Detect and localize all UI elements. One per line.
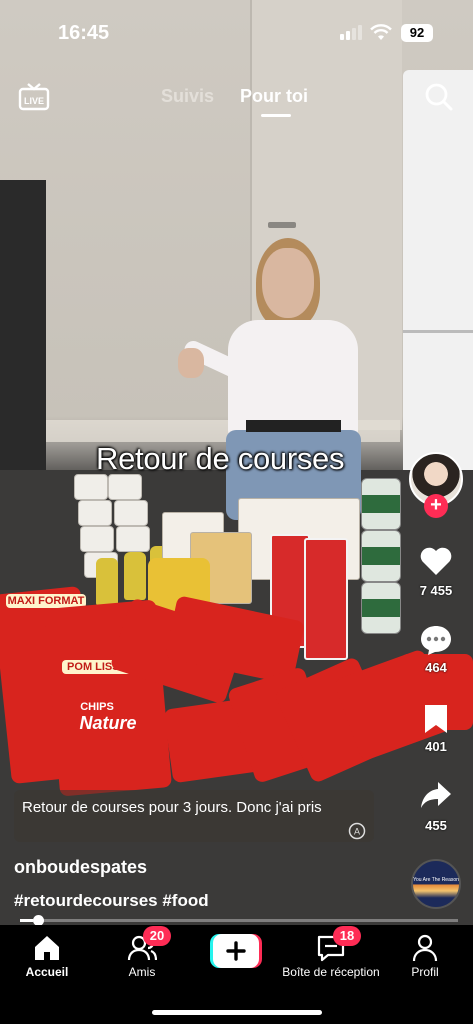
oil-bottle [124, 552, 146, 600]
nav-inbox[interactable]: Boîte de réception [280, 934, 382, 979]
egg-carton [74, 474, 108, 500]
comment-count: 464 [425, 660, 447, 675]
scene-fridge-split [403, 330, 473, 333]
person-belt [246, 420, 341, 432]
wifi-icon [370, 24, 392, 40]
egg-carton [108, 474, 142, 500]
svg-text:A: A [354, 827, 360, 837]
scene-door-handle [268, 222, 296, 228]
red-product-box [304, 538, 348, 660]
like-count: 7 455 [419, 583, 453, 598]
follow-plus-icon[interactable]: + [424, 494, 448, 518]
status-time: 16:45 [58, 22, 110, 44]
share-count: 455 [425, 818, 447, 833]
home-icon [35, 936, 59, 960]
canned-food [361, 478, 401, 530]
egg-carton [80, 526, 114, 552]
egg-carton [78, 500, 112, 526]
share-icon[interactable] [419, 780, 453, 810]
nav-profile[interactable]: Profil [375, 934, 473, 979]
live-icon[interactable]: LIVE [18, 82, 50, 112]
active-tab-indicator [261, 114, 291, 117]
oil-bottle [96, 558, 118, 606]
save-count: 401 [425, 739, 447, 754]
video-overlay-text: Retour de courses [96, 441, 345, 476]
nav-inbox-label: Boîte de réception [282, 965, 380, 979]
video-progress-bar[interactable] [20, 915, 458, 926]
heart-icon[interactable] [419, 546, 453, 576]
inbox-badge: 18 [333, 926, 361, 946]
music-cover-text: You Are The Reason [413, 877, 459, 883]
live-label: LIVE [24, 96, 44, 106]
egg-carton [116, 526, 150, 552]
egg-carton [114, 500, 148, 526]
search-icon[interactable] [424, 82, 454, 112]
chips-type-label: Nature [79, 713, 137, 733]
music-disc-icon[interactable]: You Are The Reason [411, 859, 461, 909]
create-button[interactable] [210, 934, 262, 968]
nav-home-label: Accueil [25, 965, 69, 979]
canned-food [361, 582, 401, 634]
tab-pour-toi[interactable]: Pour toi [240, 86, 308, 107]
video-caption[interactable]: Retour de courses pour 3 jours. Donc j'a… [22, 797, 352, 818]
canned-food [361, 530, 401, 582]
tab-suivis[interactable]: Suivis [161, 86, 214, 107]
friends-badge: 20 [143, 926, 171, 946]
home-indicator[interactable] [152, 1010, 322, 1015]
creator-username[interactable]: onboudespates [14, 857, 147, 878]
hashtags[interactable]: #retourdecourses #food [14, 891, 209, 911]
nav-friends-label: Amis [128, 965, 156, 979]
battery-indicator: 92 [401, 24, 433, 42]
person-head [262, 248, 314, 318]
nav-home[interactable]: Accueil [0, 934, 97, 979]
nav-friends[interactable]: Amis [92, 934, 192, 979]
translate-icon[interactable]: A [348, 822, 366, 840]
status-bar: 16:45 92 [0, 0, 473, 60]
bookmark-icon[interactable] [423, 703, 449, 735]
tiktok-screen: MAXI FORMAT POM LISSE CHIPS Nature 16:45… [0, 0, 473, 1024]
comment-icon[interactable] [419, 624, 453, 656]
nav-profile-label: Profil [411, 965, 439, 979]
profile-icon [412, 934, 438, 962]
video-progress-fill [20, 919, 34, 922]
person-hand [178, 348, 204, 378]
